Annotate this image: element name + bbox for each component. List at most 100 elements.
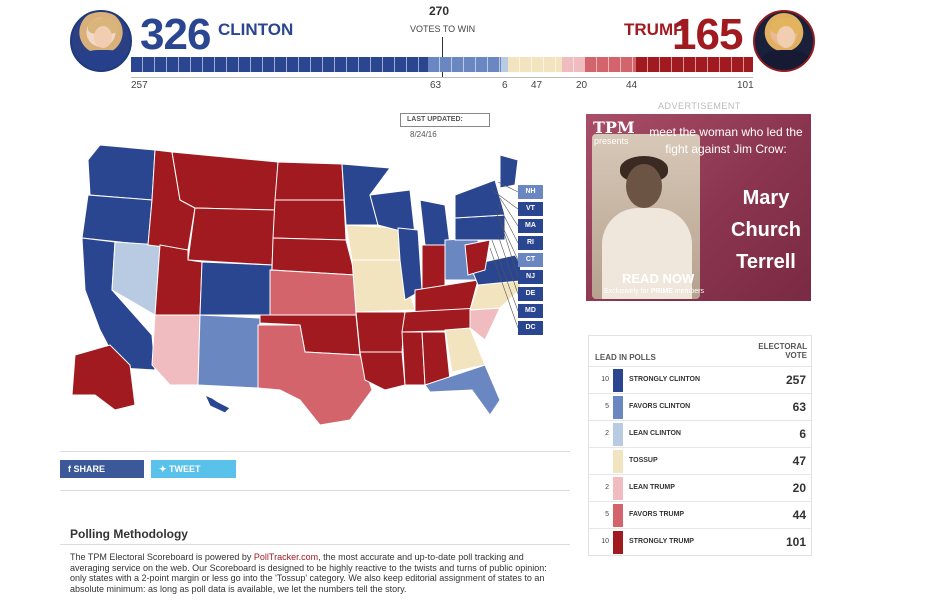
state-south-carolina[interactable]: [469, 307, 501, 341]
bar-segment-favors-clinton: [428, 57, 501, 72]
state-kansas[interactable]: [269, 269, 357, 316]
legend-electoral-value: 47: [792, 454, 806, 468]
state-nebraska[interactable]: [271, 237, 356, 276]
small-state-ma[interactable]: MA: [518, 219, 543, 233]
bar-label-lean-trump: 20: [576, 80, 588, 91]
legend-color-swatch: [613, 423, 623, 446]
legend-color-swatch: [613, 450, 623, 473]
facebook-share-button[interactable]: f SHARE: [60, 460, 144, 478]
legend-color-swatch: [613, 396, 623, 419]
ad-brand-logo: TPM: [593, 118, 635, 137]
legend-state-count: 10: [601, 538, 609, 545]
twitter-tweet-button[interactable]: ✦ TWEET: [151, 460, 236, 478]
state-mississippi[interactable]: [401, 331, 426, 386]
state-michigan[interactable]: [419, 199, 451, 246]
legend-row-strongly-trump: 10 STRONGLY TRUMP 101: [589, 528, 811, 555]
state-arkansas[interactable]: [355, 311, 406, 353]
legend-category-label: STRONGLY TRUMP: [629, 538, 694, 545]
legend-row-lean-clinton: 2 LEAN CLINTON 6: [589, 420, 811, 447]
polltracker-link[interactable]: PollTracker.com: [254, 552, 318, 562]
legend-row-lean-trump: 2 LEAN TRUMP 20: [589, 474, 811, 501]
legend-category-label: FAVORS TRUMP: [629, 511, 685, 518]
small-state-ct[interactable]: CT: [518, 253, 543, 267]
clinton-electoral-total: 326: [140, 10, 211, 59]
legend-state-count: 2: [605, 430, 609, 437]
small-state-vt[interactable]: VT: [518, 202, 543, 216]
bar-segment-lean-trump: [562, 57, 586, 72]
state-montana[interactable]: [171, 151, 279, 211]
facebook-share-label: SHARE: [73, 464, 106, 474]
bar-segment-strongly-trump: [636, 57, 753, 72]
last-updated-date: 8/24/16: [410, 130, 437, 139]
state-south-dakota[interactable]: [272, 199, 347, 241]
bar-segment-lean-clinton: [500, 57, 508, 72]
state-colorado[interactable]: [199, 261, 273, 316]
trump-electoral-total: 165: [672, 10, 743, 59]
bar-segment-strongly-clinton: [131, 57, 429, 72]
clinton-name: CLINTON: [218, 20, 294, 39]
methodology-title: Polling Methodology: [70, 527, 188, 541]
legend-category-label: FAVORS CLINTON: [629, 403, 691, 410]
advertisement-banner[interactable]: TPM presents meet the woman who led the …: [586, 114, 811, 301]
ad-name-line-1: Mary: [742, 187, 790, 209]
legend-category-label: STRONGLY CLINTON: [629, 376, 701, 383]
methodology-divider: [60, 544, 570, 545]
bar-label-lean-clinton: 6: [502, 80, 508, 91]
ad-presents: presents: [594, 136, 629, 146]
legend-electoral-value: 63: [792, 400, 806, 414]
legend-electoral-value: 257: [785, 373, 806, 387]
legend-category-label: TOSSUP: [629, 457, 658, 464]
twitter-icon: ✦: [159, 464, 170, 474]
ad-read-now-button[interactable]: READ NOW: [622, 271, 694, 286]
ad-featured-name: Mary Church Terrell: [722, 182, 810, 278]
state-new-mexico[interactable]: [197, 314, 261, 389]
small-state-de[interactable]: DE: [518, 287, 543, 301]
legend-state-count: 5: [605, 403, 609, 410]
legend-color-swatch: [613, 531, 623, 554]
bar-segment-favors-trump: [585, 57, 637, 72]
state-washington[interactable]: [87, 144, 156, 201]
state-indiana[interactable]: [421, 244, 446, 291]
small-state-nj[interactable]: NJ: [518, 270, 543, 284]
divider-bottom: [60, 490, 570, 491]
legend-row-tossup: TOSSUP 47: [589, 447, 811, 474]
legend-electoral-value: 101: [785, 535, 806, 549]
trump-avatar: [753, 10, 815, 72]
small-state-dc[interactable]: DC: [518, 321, 543, 335]
legend-color-swatch: [613, 504, 623, 527]
state-pennsylvania[interactable]: [454, 214, 506, 241]
state-maine[interactable]: [499, 154, 519, 189]
legend-category-label: LEAN CLINTON: [629, 430, 681, 437]
legend-state-count: 10: [601, 376, 609, 383]
legend-state-count: 2: [605, 484, 609, 491]
bar-label-favors-clinton: 63: [430, 80, 442, 91]
ad-name-line-3: Terrell: [736, 251, 796, 273]
ad-name-line-2: Church: [731, 219, 801, 241]
state-wyoming[interactable]: [187, 207, 276, 266]
state-new-york[interactable]: [454, 179, 506, 219]
legend-row-favors-clinton: 5 FAVORS CLINTON 63: [589, 393, 811, 420]
legend-electoral-value: 6: [799, 427, 806, 441]
clinton-avatar: [70, 10, 132, 72]
legend-electoral-value: 44: [792, 508, 806, 522]
state-hawaii[interactable]: [204, 394, 231, 414]
divider-top: [60, 451, 570, 452]
votes-to-win-label: VOTES TO WIN: [410, 24, 476, 34]
state-iowa[interactable]: [345, 224, 401, 261]
state-north-dakota[interactable]: [274, 161, 345, 201]
bar-label-favors-trump: 44: [626, 80, 638, 91]
last-updated-box: LAST UPDATED:: [400, 113, 490, 127]
legend-color-swatch: [613, 369, 623, 392]
bar-segment-tossup: [507, 57, 563, 72]
small-state-md[interactable]: MD: [518, 304, 543, 318]
legend-header-lead: LEAD IN POLLS: [595, 353, 656, 362]
legend-state-count: 5: [605, 511, 609, 518]
small-state-ri[interactable]: RI: [518, 236, 543, 250]
us-electoral-map[interactable]: [60, 140, 520, 430]
state-alabama[interactable]: [421, 331, 451, 386]
small-state-nh[interactable]: NH: [518, 185, 543, 199]
legend-color-swatch: [613, 477, 623, 500]
legend-row-favors-trump: 5 FAVORS TRUMP 44: [589, 501, 811, 528]
state-arizona[interactable]: [151, 314, 201, 386]
state-oregon[interactable]: [81, 194, 153, 246]
